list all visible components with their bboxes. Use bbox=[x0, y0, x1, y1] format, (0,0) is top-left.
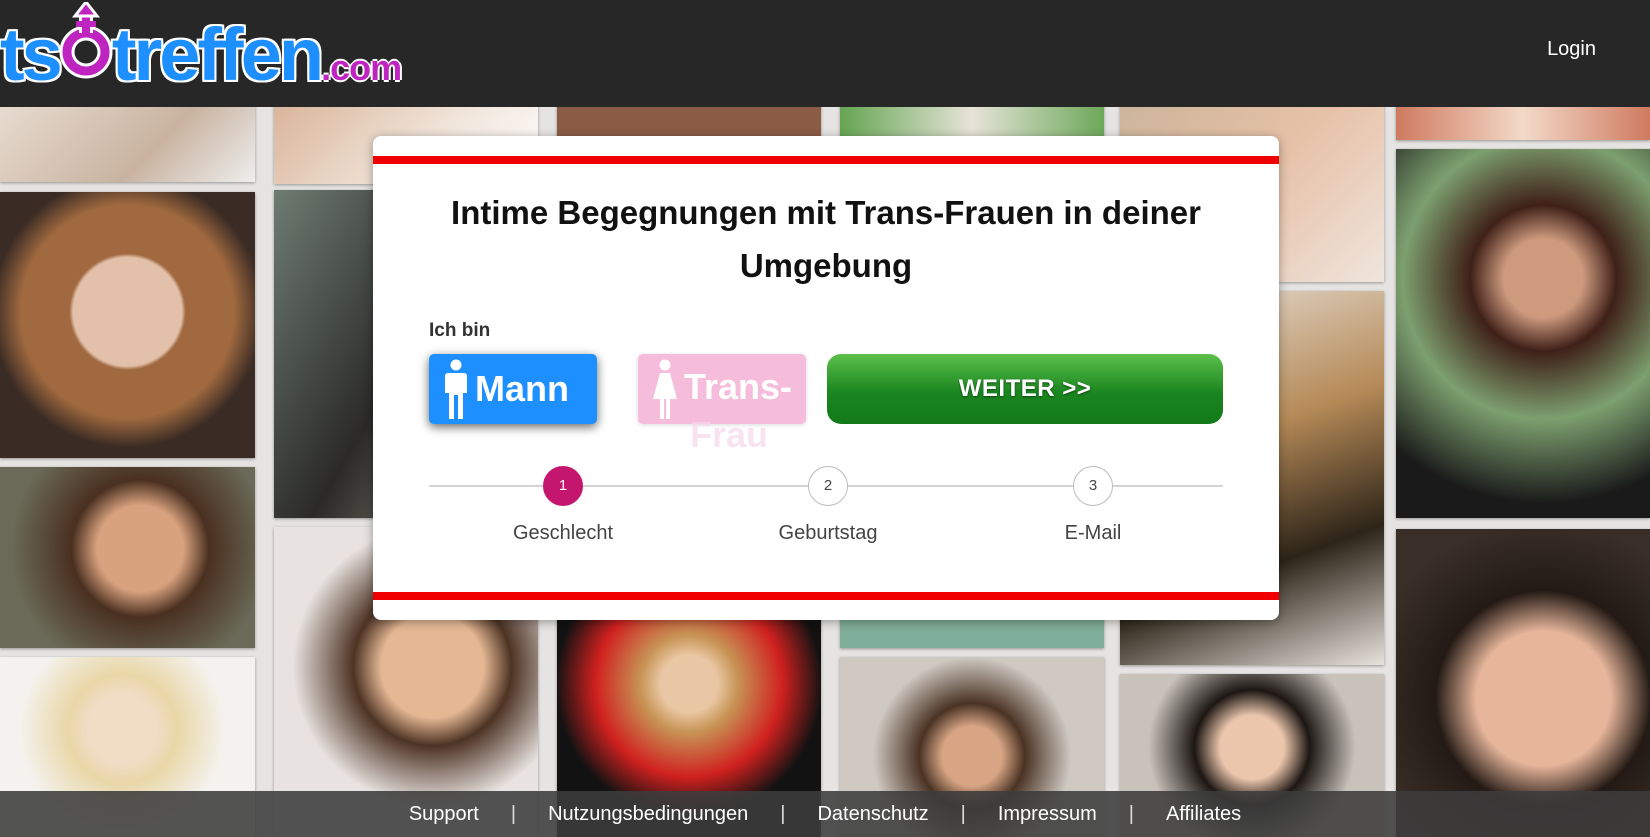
footer-link-datenschutz[interactable]: Datenschutz bbox=[817, 803, 928, 826]
gender-option-trans-frau[interactable]: Trans- Frau bbox=[638, 354, 806, 455]
background-photo bbox=[1396, 149, 1650, 518]
ich-bin-label: Ich bin bbox=[429, 320, 491, 341]
footer-separator: | bbox=[510, 802, 517, 825]
transgender-symbol-icon bbox=[59, 2, 113, 79]
gender-option-trans-label-overflow: Frau bbox=[690, 414, 769, 455]
logo-text-ts: ts bbox=[0, 13, 63, 96]
gender-option-trans-label: Trans- bbox=[684, 366, 793, 407]
gender-option-mann-label: Mann bbox=[475, 368, 569, 409]
step-email: 3 E-Mail bbox=[1013, 466, 1173, 545]
step-number: 1 bbox=[543, 466, 583, 506]
step-geschlecht: 1 Geschlecht bbox=[483, 466, 643, 545]
male-person-icon bbox=[445, 359, 467, 419]
site-header: ts treffen .com Login bbox=[0, 0, 1650, 107]
step-label: Geschlecht bbox=[512, 522, 614, 544]
step-label: Geburtstag bbox=[778, 522, 878, 544]
step-geburtstag: 2 Geburtstag bbox=[748, 466, 908, 545]
background-photo bbox=[0, 467, 255, 648]
background-photo bbox=[0, 100, 255, 182]
card-headline: Intime Begegnungen mit Trans-Frauen in d… bbox=[451, 194, 1201, 284]
footer-separator: | bbox=[1128, 802, 1134, 825]
footer-link-nutzungsbedingungen[interactable]: Nutzungsbedingungen bbox=[548, 803, 748, 826]
step-number: 2 bbox=[808, 466, 848, 506]
site-logo[interactable]: ts treffen .com bbox=[0, 2, 402, 96]
card-bottom-red-bar bbox=[373, 592, 1279, 600]
card-top-red-bar bbox=[373, 156, 1279, 164]
step-number: 3 bbox=[1073, 466, 1113, 506]
login-link[interactable]: Login bbox=[1547, 38, 1596, 61]
logo-text-com: .com bbox=[321, 47, 402, 88]
footer-separator: | bbox=[780, 802, 786, 825]
weiter-button[interactable]: WEITER >> bbox=[827, 354, 1223, 424]
site-footer: Support | Nutzungsbedingungen | Datensch… bbox=[0, 791, 1650, 837]
logo-text-treffen: treffen bbox=[111, 13, 324, 96]
footer-separator: | bbox=[960, 802, 966, 825]
background-photo bbox=[0, 192, 255, 458]
progress-steps: 1 Geschlecht 2 Geburtstag 3 E-Mail bbox=[429, 466, 1223, 556]
step-label: E-Mail bbox=[1064, 522, 1122, 544]
gender-option-mann[interactable]: Mann bbox=[429, 354, 597, 424]
registration-card: Intime Begegnungen mit Trans-Frauen in d… bbox=[373, 136, 1279, 620]
female-person-icon bbox=[653, 359, 677, 419]
footer-link-impressum[interactable]: Impressum bbox=[998, 803, 1097, 826]
footer-link-support[interactable]: Support bbox=[409, 803, 479, 826]
footer-link-affiliates[interactable]: Affiliates bbox=[1166, 803, 1241, 826]
